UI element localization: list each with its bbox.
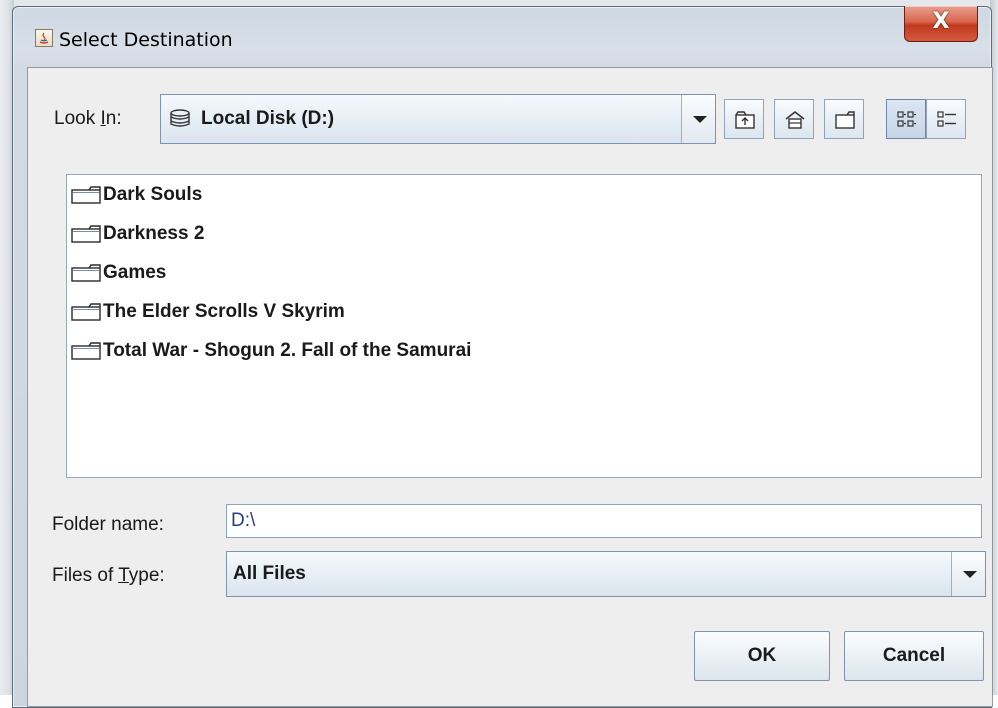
window-title: Select Destination [59,29,233,51]
file-name: Darkness 2 [103,223,205,244]
dialog-content: Look In: Local Disk (D:) Dark Souls Dark… [27,67,993,707]
folder-icon [69,179,103,211]
folder-icon [69,335,103,367]
list-item[interactable]: Dark Souls [69,179,202,211]
list-view-icon [897,111,916,127]
close-button[interactable]: X [904,6,978,42]
up-one-level-button[interactable] [724,99,764,139]
files-of-type-value: All Files [233,563,306,584]
details-view-icon [937,111,956,127]
details-view-button[interactable] [926,99,966,139]
look-in-value: Local Disk (D:) [201,108,335,129]
chevron-down-icon[interactable] [681,95,715,143]
folder-name-field[interactable] [226,504,982,538]
files-of-type-label: Files of Type: [52,565,165,586]
new-folder-icon [835,111,855,129]
list-item[interactable]: The Elder Scrolls V Skyrim [69,296,345,328]
list-item[interactable]: Darkness 2 [69,218,204,250]
files-of-type-combobox[interactable]: All Files [226,551,986,597]
drive-icon [169,109,193,129]
file-name: Total War - Shogun 2. Fall of the Samura… [103,340,472,361]
file-list[interactable]: Dark Souls Darkness 2 Games The Elder Scrol… [66,174,982,478]
title-bar[interactable]: Select Destination X [13,6,991,69]
close-icon: X [932,9,950,34]
java-app-icon [35,29,53,47]
file-name: Games [103,262,167,283]
look-in-label: Look In: [54,108,122,129]
list-view-button[interactable] [886,99,926,139]
home-icon [785,111,805,129]
file-name: The Elder Scrolls V Skyrim [103,301,345,322]
look-in-combobox[interactable]: Local Disk (D:) [160,94,716,144]
list-item[interactable]: Games [69,257,166,289]
up-one-level-icon [735,111,755,129]
list-item[interactable]: Total War - Shogun 2. Fall of the Samura… [69,335,471,367]
folder-icon [69,218,103,250]
folder-icon [69,257,103,289]
home-button[interactable] [774,99,814,139]
new-folder-button[interactable] [824,99,864,139]
select-destination-dialog: Select Destination X Look In: Local Disk… [12,6,993,708]
folder-name-input[interactable] [227,505,981,537]
file-name: Dark Souls [103,184,203,205]
folder-icon [69,296,103,328]
folder-name-label: Folder name: [52,514,164,535]
cancel-button[interactable]: Cancel [844,631,984,681]
ok-button[interactable]: OK [694,631,830,681]
chevron-down-icon[interactable] [951,552,985,596]
